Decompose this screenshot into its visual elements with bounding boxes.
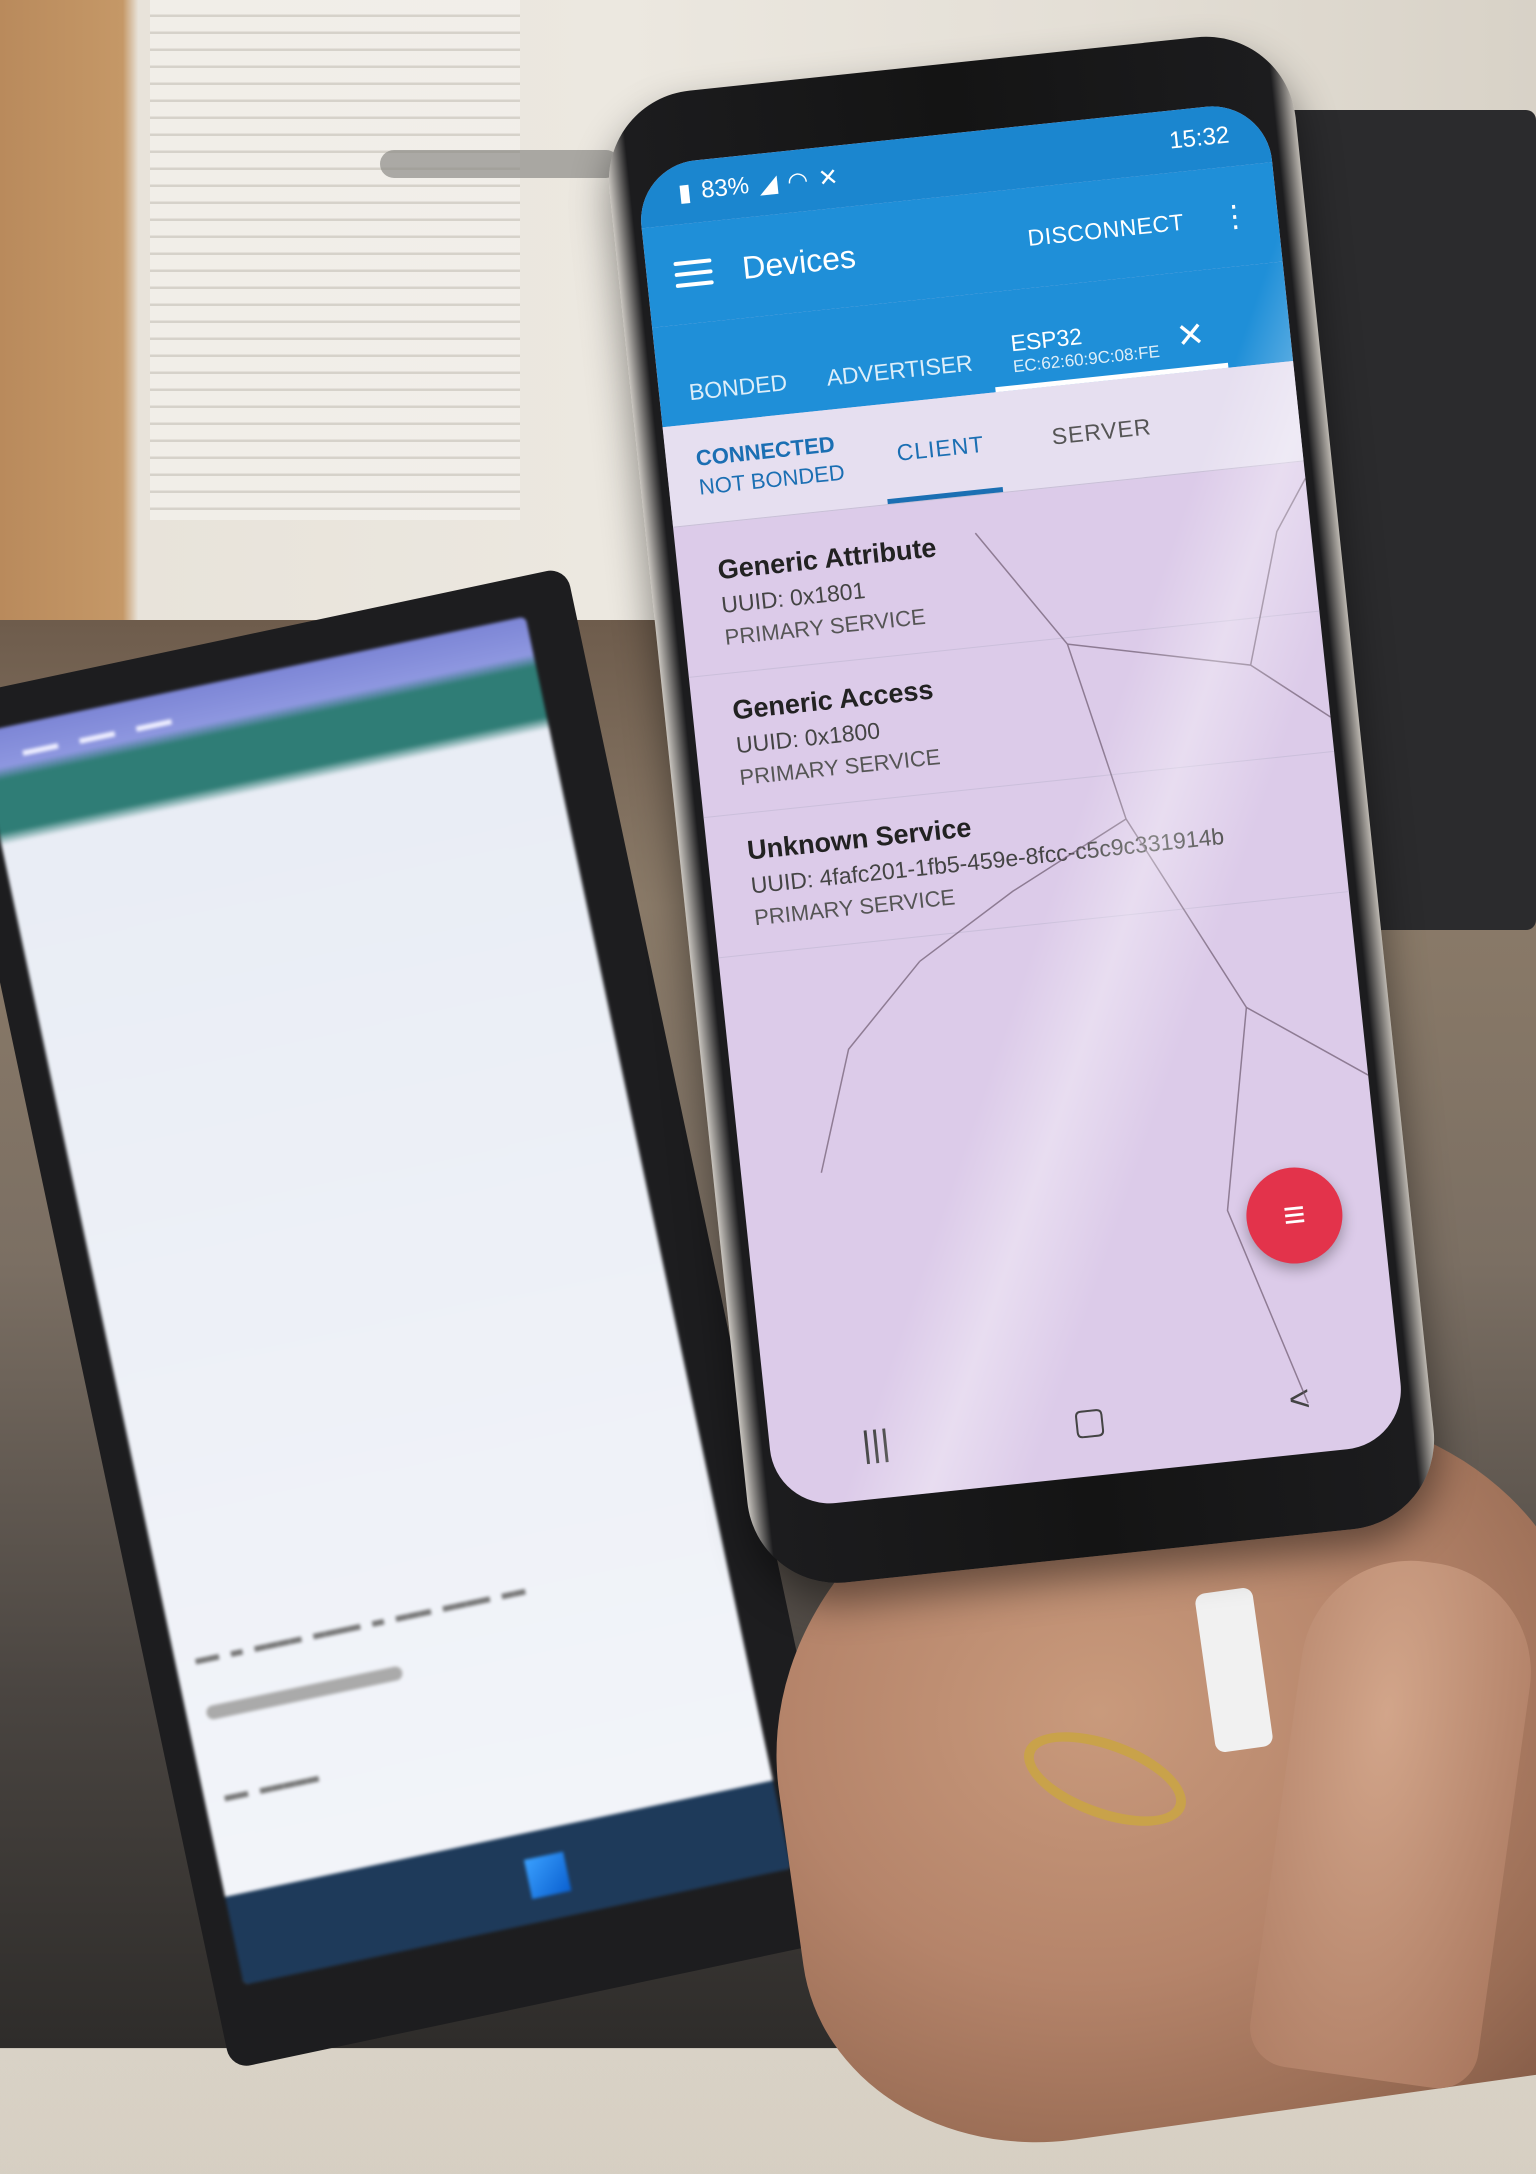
laptop-menu-blur: ▬▬ <box>20 732 60 760</box>
battery-level: 83% <box>699 171 751 204</box>
clock: 15:32 <box>1167 121 1231 155</box>
disconnect-button[interactable]: DISCONNECT <box>1020 207 1191 254</box>
mute-icon: ✕ <box>816 163 840 193</box>
app-title: Devices <box>740 237 858 286</box>
laptop-menu-bar: ▬▬ ▬▬ ▬▬ <box>20 709 173 761</box>
tab-client[interactable]: CLIENT <box>877 393 1004 504</box>
hamburger-menu-icon[interactable] <box>673 258 714 289</box>
phone-screen: ▮ 83% ◢ ◠ ✕ 15:32 Devices DISCONNECT ⋮ B… <box>635 100 1407 1510</box>
windows-logo-icon <box>523 1851 572 1900</box>
device-tab-text: ESP32 EC:62:60:9C:08:FE <box>1009 315 1161 377</box>
close-icon[interactable]: ✕ <box>1174 314 1207 357</box>
service-list: Generic Attribute UUID: 0x1801 PRIMARY S… <box>673 461 1350 968</box>
wifi-icon: ◠ <box>785 166 810 196</box>
recent-apps-icon[interactable]: ||| <box>860 1421 892 1466</box>
desk-lamp <box>380 150 620 178</box>
tab-server[interactable]: SERVER <box>1033 375 1171 487</box>
laptop-text-line: ▬▬ ▬ ▬▬▬▬ ▬▬▬▬ ▬ ▬▬▬ ▬▬▬▬ ▬▬ <box>192 1578 528 1672</box>
more-vert-icon[interactable]: ⋮ <box>1218 197 1251 235</box>
signal-icon: ◢ <box>757 169 779 199</box>
status-left: ▮ 83% ◢ ◠ ✕ <box>677 162 840 208</box>
laptop-scroll-bar <box>205 1665 404 1721</box>
laptop-text-line: ▬▬ ▬▬▬▬▬ <box>221 1765 321 1809</box>
android-nav-bar: ||| ▢ < <box>765 1334 1407 1510</box>
battery-icon: ▮ <box>676 178 693 207</box>
home-icon[interactable]: ▢ <box>1070 1398 1108 1443</box>
back-icon[interactable]: < <box>1287 1377 1312 1421</box>
laptop-menu-blur: ▬▬ <box>133 708 173 736</box>
laptop-taskbar <box>225 1780 792 1985</box>
log-fab-button[interactable]: ≡ <box>1241 1162 1348 1269</box>
filter-list-icon: ≡ <box>1281 1192 1308 1238</box>
laptop-menu-blur: ▬▬ <box>76 720 117 748</box>
window-blinds <box>150 0 520 520</box>
connection-status: CONNECTED NOT BONDED <box>695 430 846 502</box>
